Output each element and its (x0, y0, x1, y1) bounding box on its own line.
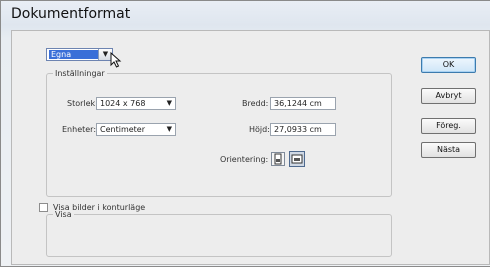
next-button[interactable]: Nästa (421, 142, 476, 158)
mouse-pointer-icon (110, 52, 122, 68)
orientation-label: Orientering: (220, 155, 269, 164)
ok-button[interactable]: OK (421, 57, 476, 73)
show-outline-checkbox[interactable] (39, 203, 48, 212)
width-label: Bredd: (242, 99, 269, 108)
settings-legend: Inställningar (55, 69, 105, 78)
height-label: Höjd: (249, 125, 270, 134)
size-value: 1024 x 768 (100, 99, 146, 108)
size-label: Storlek: (67, 99, 98, 108)
landscape-orientation-icon[interactable] (289, 151, 305, 167)
preset-dropdown[interactable]: Egna ▼ (46, 48, 113, 61)
portrait-orientation-icon[interactable] (271, 152, 285, 166)
height-field[interactable]: 27,0933 cm (270, 123, 336, 136)
preset-selected-value: Egna (49, 50, 100, 59)
chevron-down-icon[interactable]: ▼ (167, 124, 172, 135)
units-value: Centimeter (100, 125, 145, 134)
dialog-content: Egna ▼ Inställningar Storlek: 1024 x 768… (11, 30, 490, 265)
size-dropdown[interactable]: 1024 x 768 ▼ (96, 97, 176, 110)
dialog-window: Dokumentformat Egna ▼ Inställningar Stor… (0, 0, 490, 267)
chevron-down-icon[interactable]: ▼ (167, 98, 172, 109)
view-group: Visa (46, 210, 392, 257)
cancel-button[interactable]: Avbryt (421, 88, 476, 104)
units-label: Enheter: (62, 125, 97, 134)
width-field[interactable]: 36,1244 cm (270, 97, 336, 110)
dialog-title: Dokumentformat (11, 6, 131, 22)
units-dropdown[interactable]: Centimeter ▼ (96, 123, 176, 136)
show-outline-label: Visa bilder i konturläge (53, 203, 146, 212)
previous-button[interactable]: Föreg. (421, 118, 476, 134)
